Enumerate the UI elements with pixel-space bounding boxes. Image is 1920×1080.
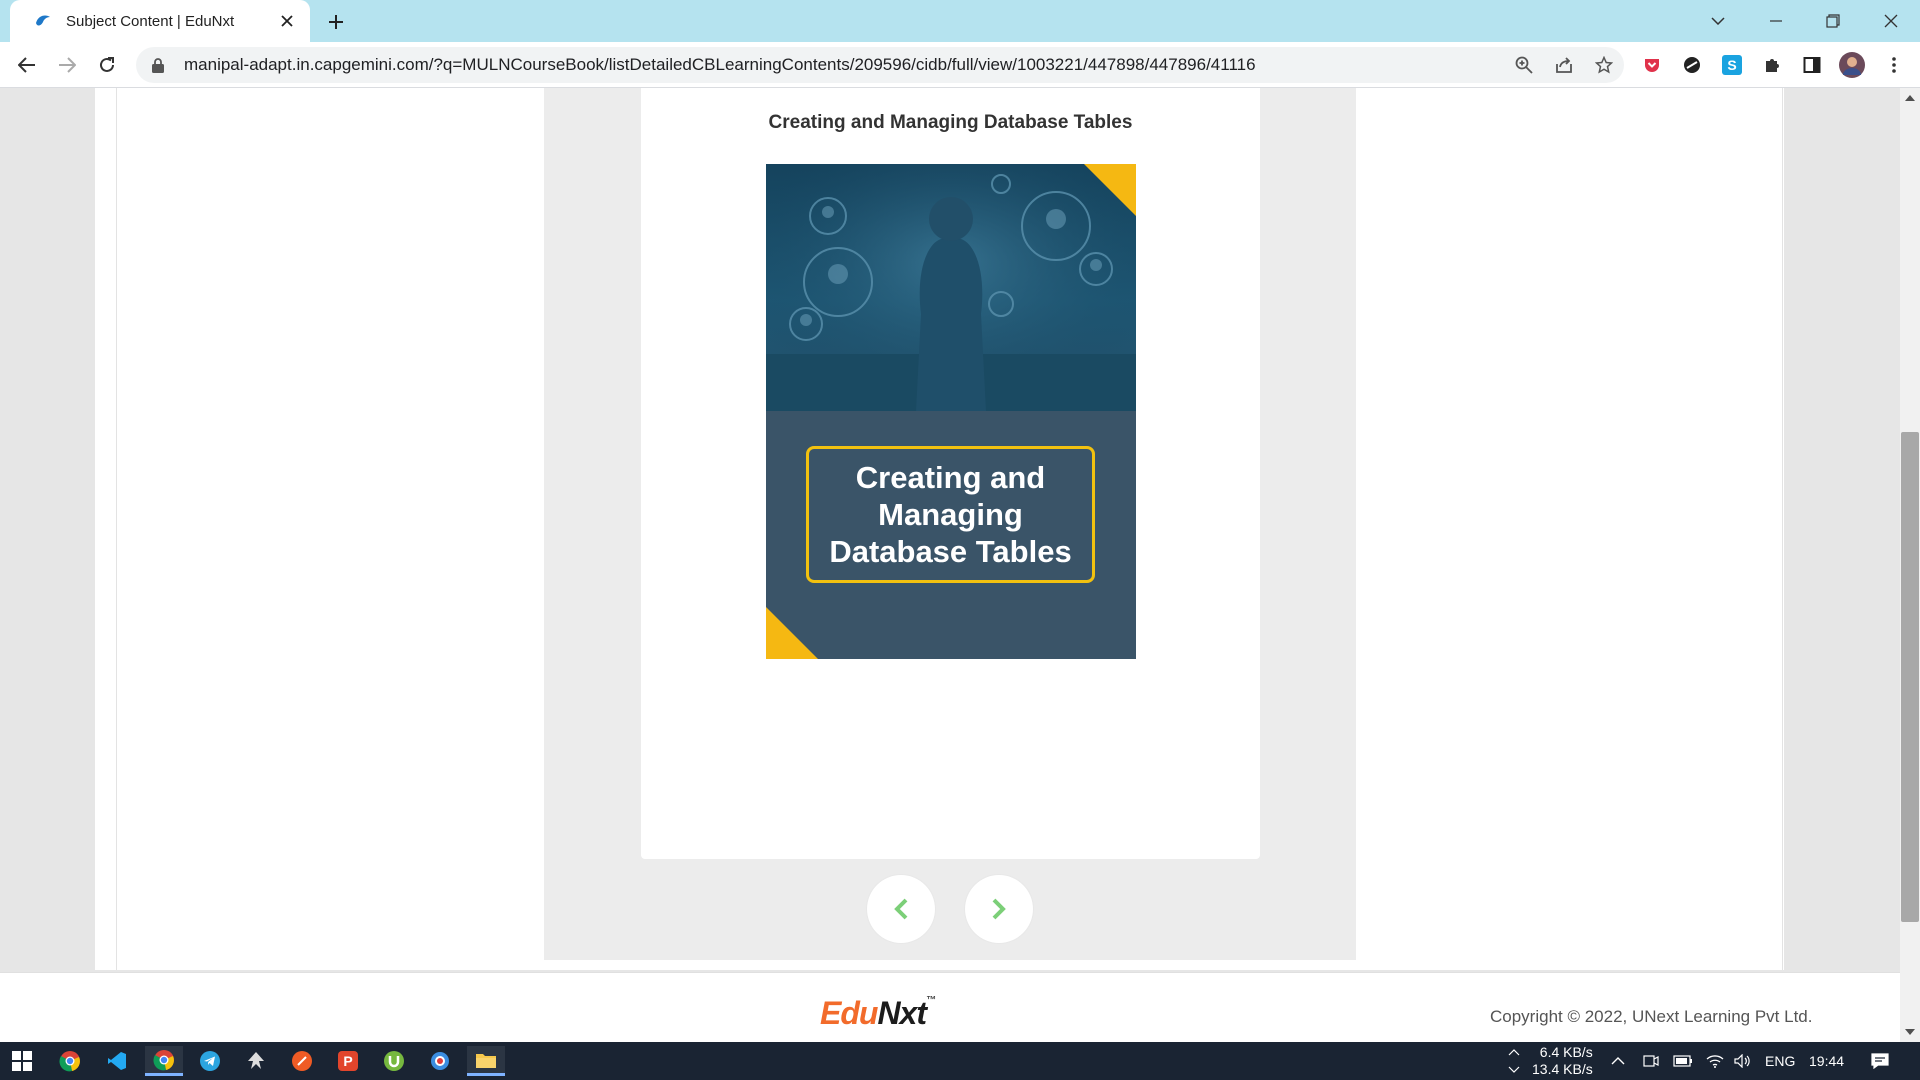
minimize-icon[interactable] xyxy=(1753,0,1799,42)
browser-menu-icon[interactable] xyxy=(1880,51,1908,79)
chevron-left-icon xyxy=(894,898,908,920)
section-title: Creating and Managing Database Tables xyxy=(768,112,1133,133)
zoom-icon[interactable] xyxy=(1504,47,1544,83)
lock-icon[interactable] xyxy=(152,56,170,74)
tab-title: Subject Content | EduNxt xyxy=(66,12,235,30)
scrollbar-thumb[interactable] xyxy=(1901,432,1919,922)
previous-page-button[interactable] xyxy=(867,875,935,943)
windows-start-icon[interactable] xyxy=(3,1046,41,1076)
battery-icon[interactable] xyxy=(1668,1046,1698,1076)
show-hidden-icons-chevron-icon[interactable] xyxy=(1603,1046,1633,1076)
svg-text:P: P xyxy=(343,1053,352,1069)
scroll-down-arrow-icon[interactable] xyxy=(1900,1024,1920,1040)
profile-avatar[interactable] xyxy=(1838,51,1866,79)
postman-taskbar-icon[interactable] xyxy=(283,1046,321,1076)
cover-corner-accent xyxy=(1084,164,1136,216)
edunxt-logo[interactable]: EduNxt™ xyxy=(820,995,936,1032)
utorrent-taskbar-icon[interactable] xyxy=(375,1046,413,1076)
side-panel-icon[interactable] xyxy=(1798,51,1826,79)
notifications-icon[interactable] xyxy=(1863,1046,1897,1076)
share-icon[interactable] xyxy=(1544,47,1584,83)
browser-toolbar: manipal-adapt.in.capgemini.com/?q=MULNCo… xyxy=(0,42,1920,88)
cover-photo xyxy=(766,164,1136,411)
reload-icon[interactable] xyxy=(91,49,123,81)
download-speed: 13.4 KB/s xyxy=(1532,1061,1593,1077)
chrome-taskbar-icon[interactable] xyxy=(51,1046,89,1076)
restore-icon[interactable] xyxy=(1810,0,1856,42)
content-card: Creating and Managing Database Tables Cr… xyxy=(641,88,1260,859)
new-tab-icon[interactable] xyxy=(322,8,350,36)
close-window-icon[interactable] xyxy=(1868,0,1914,42)
wifi-icon[interactable] xyxy=(1700,1046,1730,1076)
volume-icon[interactable] xyxy=(1728,1046,1758,1076)
next-page-button[interactable] xyxy=(965,875,1033,943)
cover-title: Creating and Managing Database Tables xyxy=(806,446,1095,583)
tab-close-icon[interactable] xyxy=(276,10,298,32)
windows-taskbar: P 6.4 KB/s 13.4 KB/s ENG 19:44 xyxy=(0,1042,1920,1080)
p-app-taskbar-icon[interactable]: P xyxy=(329,1046,367,1076)
s-extension-icon[interactable]: S xyxy=(1718,51,1746,79)
inkscape-taskbar-icon[interactable] xyxy=(237,1046,275,1076)
scroll-up-arrow-icon[interactable] xyxy=(1900,90,1920,106)
vscode-taskbar-icon[interactable] xyxy=(98,1046,136,1076)
puzzle-extensions-icon[interactable] xyxy=(1758,51,1786,79)
copyright-text: Copyright © 2022, UNext Learning Pvt Ltd… xyxy=(1490,1007,1813,1026)
clock[interactable]: 19:44 xyxy=(1809,1053,1844,1069)
chrome-active-taskbar-icon[interactable] xyxy=(145,1046,183,1076)
app-taskbar-icon[interactable] xyxy=(421,1046,459,1076)
back-arrow-icon[interactable] xyxy=(11,49,43,81)
bookmark-star-icon[interactable] xyxy=(1584,47,1624,83)
upload-speed: 6.4 KB/s xyxy=(1539,1044,1593,1060)
browser-tab[interactable]: Subject Content | EduNxt xyxy=(10,0,310,42)
meet-now-icon[interactable] xyxy=(1636,1046,1666,1076)
extension-icon[interactable] xyxy=(1678,51,1706,79)
cover-image[interactable]: Creating and Managing Database Tables xyxy=(766,164,1136,659)
forward-arrow-icon[interactable] xyxy=(51,49,83,81)
network-speed: 6.4 KB/s 13.4 KB/s xyxy=(1532,1044,1593,1078)
edunxt-favicon-icon xyxy=(34,11,54,31)
browser-tab-strip: Subject Content | EduNxt xyxy=(0,0,1920,42)
url-text[interactable]: manipal-adapt.in.capgemini.com/?q=MULNCo… xyxy=(184,55,1504,75)
file-explorer-taskbar-icon[interactable] xyxy=(467,1046,505,1076)
telegram-taskbar-icon[interactable] xyxy=(191,1046,229,1076)
tray-net-arrows-icon xyxy=(1497,1046,1531,1076)
address-bar[interactable]: manipal-adapt.in.capgemini.com/?q=MULNCo… xyxy=(136,47,1624,83)
chevron-right-icon xyxy=(992,898,1006,920)
language-indicator[interactable]: ENG xyxy=(1765,1053,1795,1069)
pocket-extension-icon[interactable] xyxy=(1638,51,1666,79)
page-footer: EduNxt™ Copyright © 2022, UNext Learning… xyxy=(0,972,1900,1042)
page-viewport: Creating and Managing Database Tables Cr… xyxy=(0,88,1900,1042)
svg-text:S: S xyxy=(1727,57,1736,73)
cover-corner-accent xyxy=(766,607,818,659)
tab-search-chevron-icon[interactable] xyxy=(1695,0,1741,42)
